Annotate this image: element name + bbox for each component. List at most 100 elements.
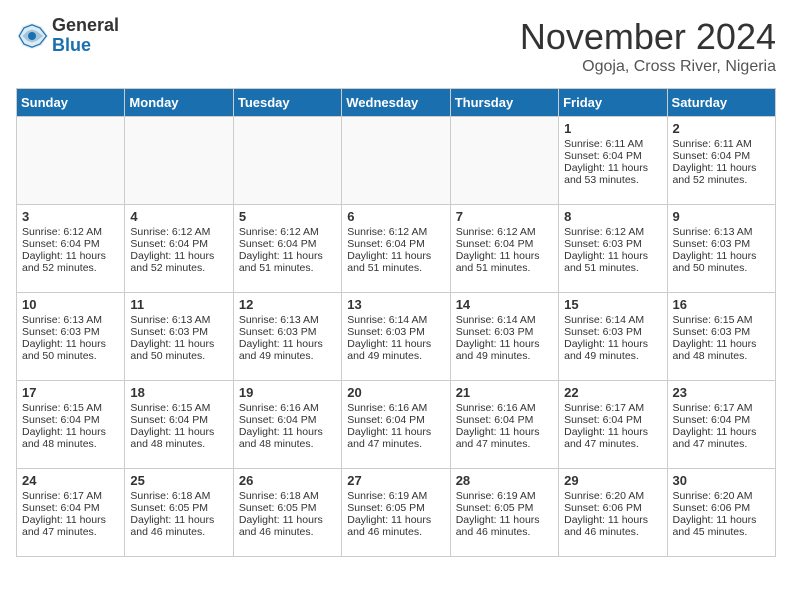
day-number: 23 bbox=[673, 385, 770, 400]
calendar-header-wednesday: Wednesday bbox=[342, 89, 450, 117]
day-info-line: and 51 minutes. bbox=[564, 262, 661, 274]
calendar-week-row: 24Sunrise: 6:17 AMSunset: 6:04 PMDayligh… bbox=[17, 469, 776, 557]
day-info-line: Sunrise: 6:19 AM bbox=[347, 490, 444, 502]
day-info-line: Sunset: 6:04 PM bbox=[22, 238, 119, 250]
day-info-line: Sunrise: 6:12 AM bbox=[564, 226, 661, 238]
calendar-day-7: 7Sunrise: 6:12 AMSunset: 6:04 PMDaylight… bbox=[450, 205, 558, 293]
calendar-week-row: 10Sunrise: 6:13 AMSunset: 6:03 PMDayligh… bbox=[17, 293, 776, 381]
title-block: November 2024 Ogoja, Cross River, Nigeri… bbox=[520, 16, 776, 76]
day-info-line: Sunrise: 6:17 AM bbox=[22, 490, 119, 502]
calendar-table: SundayMondayTuesdayWednesdayThursdayFrid… bbox=[16, 88, 776, 557]
calendar-header-saturday: Saturday bbox=[667, 89, 775, 117]
day-info-line: Daylight: 11 hours bbox=[456, 514, 553, 526]
day-info-line: and 46 minutes. bbox=[456, 526, 553, 538]
day-info-line: Sunset: 6:04 PM bbox=[456, 414, 553, 426]
day-info-line: Sunrise: 6:20 AM bbox=[564, 490, 661, 502]
calendar-day-27: 27Sunrise: 6:19 AMSunset: 6:05 PMDayligh… bbox=[342, 469, 450, 557]
day-info-line: Daylight: 11 hours bbox=[22, 426, 119, 438]
day-info-line: Daylight: 11 hours bbox=[673, 338, 770, 350]
day-info-line: Sunrise: 6:13 AM bbox=[22, 314, 119, 326]
calendar-header-tuesday: Tuesday bbox=[233, 89, 341, 117]
day-info-line: and 49 minutes. bbox=[456, 350, 553, 362]
day-info-line: and 50 minutes. bbox=[130, 350, 227, 362]
calendar-day-empty bbox=[125, 117, 233, 205]
day-number: 27 bbox=[347, 473, 444, 488]
day-info-line: and 51 minutes. bbox=[456, 262, 553, 274]
day-info-line: Sunset: 6:03 PM bbox=[347, 326, 444, 338]
day-info-line: Daylight: 11 hours bbox=[673, 162, 770, 174]
calendar-day-6: 6Sunrise: 6:12 AMSunset: 6:04 PMDaylight… bbox=[342, 205, 450, 293]
day-info-line: and 51 minutes. bbox=[347, 262, 444, 274]
day-info-line: and 52 minutes. bbox=[22, 262, 119, 274]
day-info-line: Sunrise: 6:17 AM bbox=[564, 402, 661, 414]
day-info-line: Daylight: 11 hours bbox=[564, 250, 661, 262]
day-info-line: Sunrise: 6:18 AM bbox=[130, 490, 227, 502]
day-number: 14 bbox=[456, 297, 553, 312]
day-info-line: Sunrise: 6:17 AM bbox=[673, 402, 770, 414]
calendar-day-18: 18Sunrise: 6:15 AMSunset: 6:04 PMDayligh… bbox=[125, 381, 233, 469]
day-info-line: and 47 minutes. bbox=[22, 526, 119, 538]
calendar-day-15: 15Sunrise: 6:14 AMSunset: 6:03 PMDayligh… bbox=[559, 293, 667, 381]
day-info-line: Daylight: 11 hours bbox=[564, 162, 661, 174]
day-info-line: Daylight: 11 hours bbox=[347, 338, 444, 350]
day-info-line: Sunrise: 6:15 AM bbox=[130, 402, 227, 414]
day-info-line: Sunset: 6:06 PM bbox=[564, 502, 661, 514]
day-number: 9 bbox=[673, 209, 770, 224]
day-info-line: Daylight: 11 hours bbox=[347, 426, 444, 438]
day-info-line: and 52 minutes. bbox=[673, 174, 770, 186]
day-number: 30 bbox=[673, 473, 770, 488]
day-info-line: Sunrise: 6:16 AM bbox=[347, 402, 444, 414]
day-info-line: Sunset: 6:03 PM bbox=[673, 238, 770, 250]
day-number: 12 bbox=[239, 297, 336, 312]
day-info-line: Sunset: 6:04 PM bbox=[22, 414, 119, 426]
calendar-week-row: 1Sunrise: 6:11 AMSunset: 6:04 PMDaylight… bbox=[17, 117, 776, 205]
logo: General Blue bbox=[16, 16, 119, 56]
calendar-day-30: 30Sunrise: 6:20 AMSunset: 6:06 PMDayligh… bbox=[667, 469, 775, 557]
calendar-header-monday: Monday bbox=[125, 89, 233, 117]
day-number: 5 bbox=[239, 209, 336, 224]
day-number: 6 bbox=[347, 209, 444, 224]
day-info-line: Sunset: 6:06 PM bbox=[673, 502, 770, 514]
calendar-day-26: 26Sunrise: 6:18 AMSunset: 6:05 PMDayligh… bbox=[233, 469, 341, 557]
day-info-line: Daylight: 11 hours bbox=[564, 338, 661, 350]
calendar-day-25: 25Sunrise: 6:18 AMSunset: 6:05 PMDayligh… bbox=[125, 469, 233, 557]
day-info-line: Sunrise: 6:13 AM bbox=[239, 314, 336, 326]
day-info-line: Sunrise: 6:16 AM bbox=[239, 402, 336, 414]
day-info-line: Sunset: 6:04 PM bbox=[239, 238, 336, 250]
calendar-day-empty bbox=[342, 117, 450, 205]
day-info-line: Daylight: 11 hours bbox=[22, 338, 119, 350]
day-info-line: Sunset: 6:05 PM bbox=[130, 502, 227, 514]
day-number: 16 bbox=[673, 297, 770, 312]
day-info-line: Sunset: 6:04 PM bbox=[130, 238, 227, 250]
calendar-day-1: 1Sunrise: 6:11 AMSunset: 6:04 PMDaylight… bbox=[559, 117, 667, 205]
calendar-day-empty bbox=[17, 117, 125, 205]
day-info-line: Daylight: 11 hours bbox=[564, 514, 661, 526]
day-number: 4 bbox=[130, 209, 227, 224]
day-info-line: Sunset: 6:04 PM bbox=[673, 414, 770, 426]
day-number: 7 bbox=[456, 209, 553, 224]
day-info-line: Daylight: 11 hours bbox=[239, 338, 336, 350]
day-number: 20 bbox=[347, 385, 444, 400]
day-info-line: Sunset: 6:03 PM bbox=[456, 326, 553, 338]
day-info-line: Daylight: 11 hours bbox=[347, 250, 444, 262]
day-info-line: and 46 minutes. bbox=[239, 526, 336, 538]
day-info-line: Daylight: 11 hours bbox=[130, 426, 227, 438]
day-number: 8 bbox=[564, 209, 661, 224]
calendar-header-sunday: Sunday bbox=[17, 89, 125, 117]
calendar-day-17: 17Sunrise: 6:15 AMSunset: 6:04 PMDayligh… bbox=[17, 381, 125, 469]
day-info-line: Sunrise: 6:13 AM bbox=[130, 314, 227, 326]
day-info-line: Sunset: 6:05 PM bbox=[347, 502, 444, 514]
day-info-line: and 48 minutes. bbox=[22, 438, 119, 450]
day-number: 13 bbox=[347, 297, 444, 312]
day-info-line: Sunset: 6:05 PM bbox=[456, 502, 553, 514]
calendar-day-24: 24Sunrise: 6:17 AMSunset: 6:04 PMDayligh… bbox=[17, 469, 125, 557]
day-info-line: and 47 minutes. bbox=[456, 438, 553, 450]
logo-blue-text: Blue bbox=[52, 35, 91, 55]
day-number: 1 bbox=[564, 121, 661, 136]
day-info-line: Sunset: 6:04 PM bbox=[564, 414, 661, 426]
calendar-week-row: 17Sunrise: 6:15 AMSunset: 6:04 PMDayligh… bbox=[17, 381, 776, 469]
day-number: 25 bbox=[130, 473, 227, 488]
day-info-line: Sunrise: 6:15 AM bbox=[22, 402, 119, 414]
day-info-line: Sunset: 6:03 PM bbox=[673, 326, 770, 338]
calendar-day-2: 2Sunrise: 6:11 AMSunset: 6:04 PMDaylight… bbox=[667, 117, 775, 205]
